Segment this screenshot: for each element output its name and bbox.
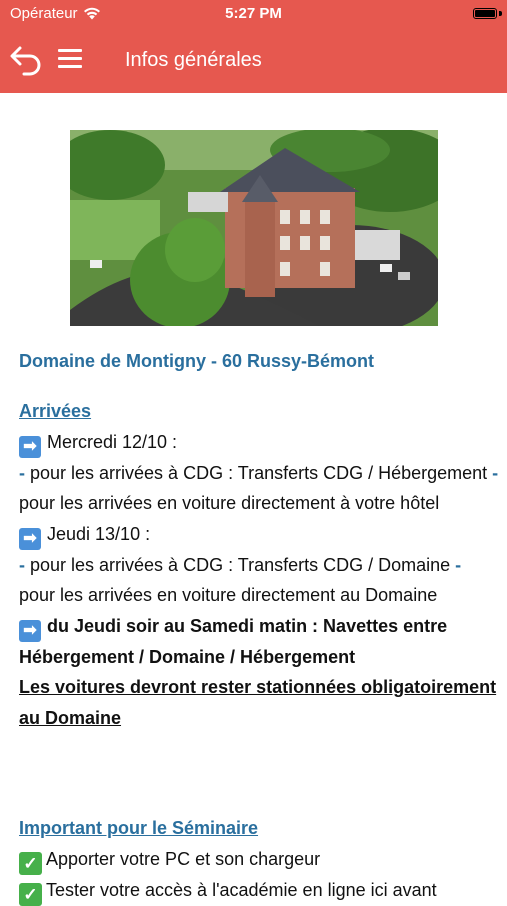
bullet-dash: - — [492, 462, 499, 483]
seminar-link[interactable]: Important pour le Séminaire — [19, 818, 258, 838]
bullet-dash: - — [455, 554, 462, 575]
arrow-right-icon: ➡ — [19, 619, 41, 642]
clock: 5:27 PM — [225, 5, 282, 22]
status-bar: Opérateur 5:27 PM — [0, 0, 507, 28]
venue-photo — [70, 130, 438, 326]
day2-line1: pour les arrivées à CDG : Transferts CDG… — [25, 554, 456, 575]
arrivals-link[interactable]: Arrivées — [19, 401, 91, 421]
arrow-right-icon: ➡ — [19, 435, 41, 458]
day1-line1: pour les arrivées à CDG : Transferts CDG… — [25, 462, 493, 483]
seminar-item-2: Tester votre accès à l'académie en ligne… — [46, 879, 437, 900]
day2-label: Jeudi 13/10 : — [47, 523, 151, 544]
shuttle-info: du Jeudi soir au Samedi matin : Navettes… — [19, 615, 448, 667]
battery-cap — [499, 11, 502, 16]
venue-title: Domaine de Montigny - 60 Russy-Bémont — [19, 351, 375, 371]
hamburger-menu-icon[interactable] — [58, 49, 82, 71]
battery-icon — [473, 8, 497, 19]
checkmark-icon: ✓ — [19, 851, 42, 875]
arrow-right-icon: ➡ — [19, 527, 41, 550]
seminar-section: Important pour le Séminaire ✓ Apporter vo… — [19, 813, 499, 906]
day2-line2: pour les arrivées en voiture directement… — [19, 585, 438, 605]
parking-notice: Les voitures devront rester stationnées … — [19, 677, 497, 728]
arrivals-section: Arrivées ➡ Mercredi 12/10 : - pour les ar… — [19, 396, 499, 733]
checkmark-icon: ✓ — [19, 882, 42, 906]
back-arrow-icon[interactable] — [8, 44, 44, 76]
page-title: Infos générales — [125, 49, 262, 71]
navigation-bar: Infos générales — [0, 28, 507, 93]
seminar-item-1: Apporter votre PC et son chargeur — [46, 848, 321, 869]
day1-line2: pour les arrivées en voiture directement… — [19, 493, 440, 513]
day1-label: Mercredi 12/10 : — [47, 431, 178, 452]
